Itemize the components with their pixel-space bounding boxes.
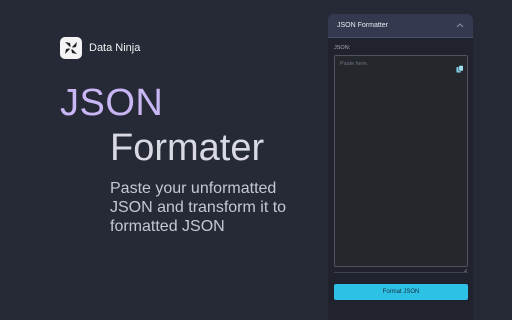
hero-title-json: JSON [60, 82, 164, 124]
divider [334, 272, 468, 273]
json-input[interactable] [334, 55, 468, 267]
json-field-label: JSON: [334, 45, 351, 51]
shuriken-icon [60, 37, 82, 59]
panel-title: JSON Formatter [337, 22, 388, 29]
panel-header[interactable]: JSON Formatter [328, 14, 473, 38]
chevron-up-icon[interactable] [456, 23, 464, 29]
formatter-panel: JSON Formatter JSON: Format JSON [328, 14, 473, 320]
resize-grip-icon[interactable] [462, 260, 468, 274]
brand: Data Ninja [60, 37, 140, 59]
format-json-button[interactable]: Format JSON [334, 284, 468, 300]
hero-title-formater: Formater [110, 127, 265, 169]
page: Data Ninja JSON Formater Paste your unfo… [0, 0, 512, 320]
hero-description: Paste your unformatted JSON and transfor… [110, 180, 287, 235]
copy-icon[interactable] [456, 60, 464, 73]
brand-name: Data Ninja [89, 42, 141, 54]
